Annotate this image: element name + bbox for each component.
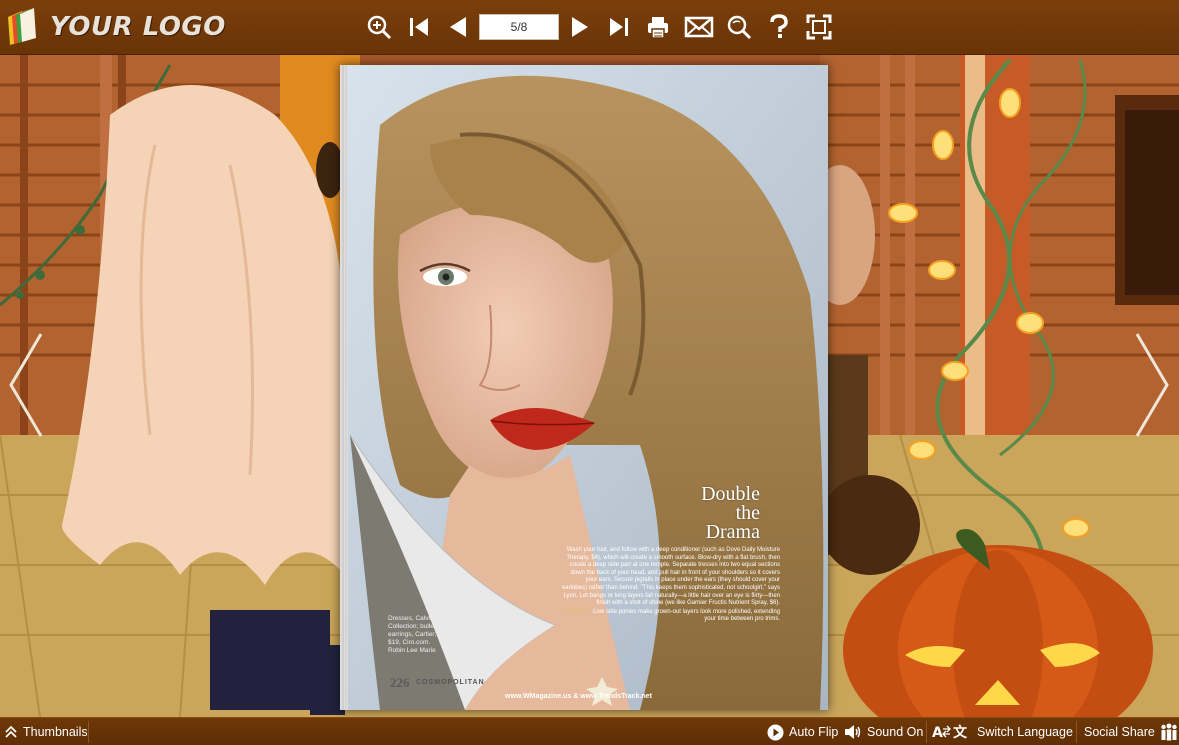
print-icon xyxy=(648,17,668,39)
email-icon xyxy=(684,16,714,38)
logo-book-icon xyxy=(8,8,36,45)
bonus-text: Low side ponies make grown-out layers lo… xyxy=(593,608,780,623)
social-share-button[interactable]: Social Share xyxy=(1084,718,1178,745)
magazine-name: COSMOPOLITAN xyxy=(416,679,485,686)
search-icon xyxy=(727,15,752,40)
previous-page-icon xyxy=(450,17,466,37)
zoom-in-button[interactable] xyxy=(362,10,396,44)
speaker-icon xyxy=(845,725,861,739)
people-icon xyxy=(1161,723,1177,741)
auto-flip-button[interactable]: Auto Flip xyxy=(767,718,838,745)
logo: YOUR LOGO xyxy=(4,6,226,48)
page-headline: Double the Drama xyxy=(701,483,760,543)
zoom-in-icon xyxy=(367,15,392,40)
divider xyxy=(926,721,927,743)
svg-text:A: A xyxy=(932,725,943,741)
book-page[interactable]: Double the Drama Wash your hair, and fol… xyxy=(340,65,828,710)
bonus-label: BONUS: xyxy=(563,607,592,615)
logo-text: YOUR LOGO xyxy=(50,12,226,42)
email-button[interactable] xyxy=(682,10,716,44)
page-number: 226 xyxy=(390,675,410,690)
last-page-button[interactable] xyxy=(602,10,636,44)
previous-page-button[interactable] xyxy=(441,10,475,44)
switch-language-button[interactable]: A 文 Switch Language xyxy=(932,718,1073,745)
page-indicator[interactable]: 5/8 xyxy=(479,14,559,40)
help-icon xyxy=(770,14,788,38)
double-chevron-up-icon xyxy=(5,725,17,738)
fullscreen-button[interactable] xyxy=(802,10,836,44)
search-button[interactable] xyxy=(722,10,756,44)
thumbnails-button[interactable]: Thumbnails xyxy=(4,718,88,745)
first-page-icon xyxy=(410,18,428,36)
next-page-arrow[interactable] xyxy=(1133,330,1173,440)
top-toolbar: YOUR LOGO 5/8 xyxy=(0,0,1179,55)
divider xyxy=(1076,721,1077,743)
flipbook-viewer: YOUR LOGO 5/8 Double the Drama Wash your… xyxy=(0,0,1179,745)
chevron-right-icon xyxy=(1135,333,1169,437)
chevron-left-icon xyxy=(9,333,43,437)
last-page-icon xyxy=(610,18,628,36)
sound-toggle[interactable]: Sound On xyxy=(844,718,923,745)
page-body-text: Wash your hair, and follow with a deep c… xyxy=(561,547,780,623)
first-page-button[interactable] xyxy=(402,10,436,44)
next-page-button[interactable] xyxy=(563,10,597,44)
svg-text:文: 文 xyxy=(953,724,968,741)
language-icon: A 文 xyxy=(932,724,968,741)
footer-url: www.WMagazine.us & www.TrendsTrack.net xyxy=(505,693,652,700)
play-circle-icon xyxy=(767,724,784,740)
next-page-icon xyxy=(572,17,588,37)
book-stage: Double the Drama Wash your hair, and fol… xyxy=(0,55,1179,717)
fullscreen-icon xyxy=(806,14,832,40)
prev-page-arrow[interactable] xyxy=(5,330,45,440)
photo-credit: Dresses, Calvin Collection; bullet earri… xyxy=(388,615,437,654)
print-button[interactable] xyxy=(641,10,675,44)
bottom-toolbar: Thumbnails Auto Flip Sound On A 文 Switch… xyxy=(0,717,1179,745)
divider xyxy=(88,721,89,743)
help-button[interactable] xyxy=(762,10,796,44)
